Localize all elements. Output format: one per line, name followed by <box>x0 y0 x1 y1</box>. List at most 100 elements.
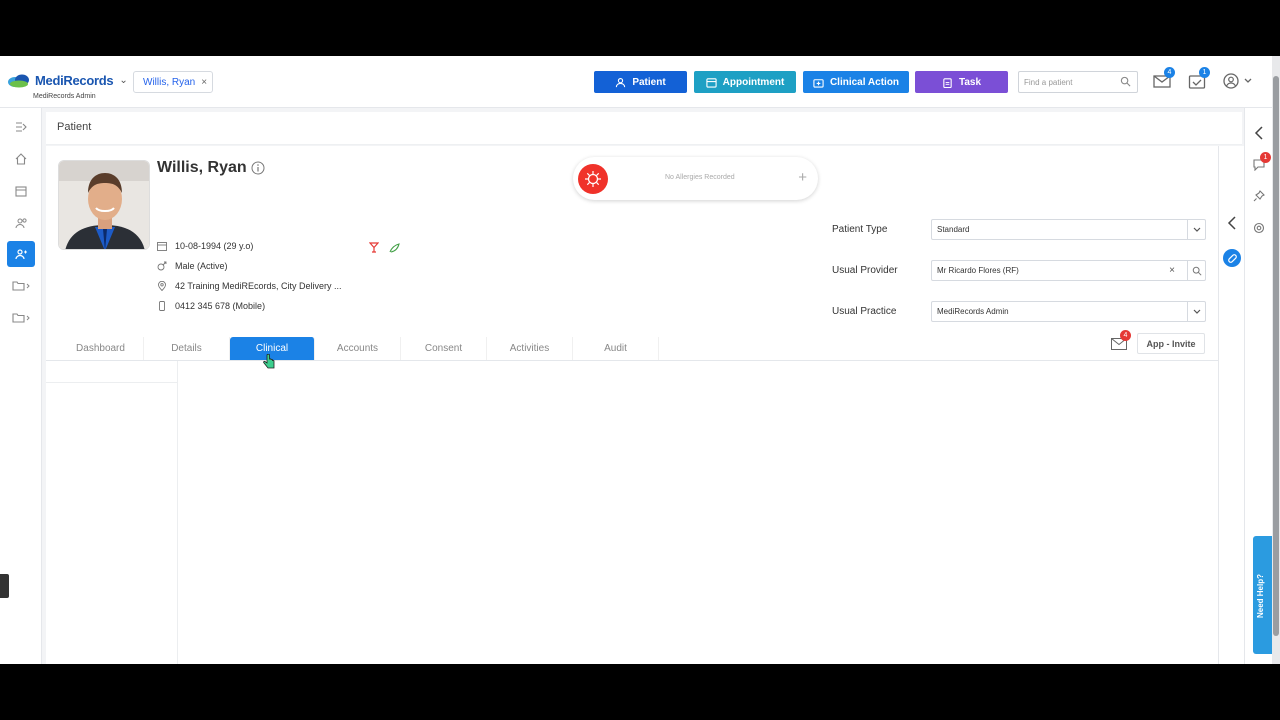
add-allergy-button[interactable]: + <box>798 169 807 186</box>
find-patient-placeholder: Find a patient <box>1024 77 1073 87</box>
app-window: MediRecords ⌄ MediRecords Admin Willis, … <box>0 56 1280 664</box>
account-icon <box>1223 73 1252 89</box>
alcohol-icon[interactable] <box>369 242 379 253</box>
users-icon <box>15 218 27 229</box>
mail-badge: 4 <box>1164 67 1175 78</box>
patient-button[interactable]: Patient <box>594 71 687 93</box>
usual-practice-value: MediRecords Admin <box>937 307 1009 316</box>
clinical-sub-navigation <box>46 361 178 664</box>
notifications-button[interactable]: 1 <box>1253 152 1271 176</box>
usual-provider-select[interactable]: Mr Ricardo Flores (RF) × <box>931 260 1206 281</box>
need-help-button[interactable]: Need Help? <box>1253 536 1272 654</box>
tab-activities[interactable]: Activities <box>487 337 573 360</box>
calendar-icon <box>15 186 27 197</box>
find-patient-input[interactable]: Find a patient <box>1018 71 1138 93</box>
chevron-left-icon[interactable] <box>1254 126 1264 140</box>
message-badge: 4 <box>1120 330 1131 341</box>
patient-type-label: Patient Type <box>832 224 888 235</box>
info-icon[interactable] <box>251 161 265 175</box>
scrollbar-thumb[interactable] <box>1273 76 1279 636</box>
allergies-status: No Allergies Recorded <box>665 174 735 181</box>
patient-icon <box>14 249 27 260</box>
gender-icon <box>157 261 167 271</box>
documents-nav-item[interactable] <box>7 305 35 331</box>
clear-icon[interactable]: × <box>1169 265 1175 276</box>
calendar-icon <box>157 242 167 251</box>
task-button[interactable]: Task <box>915 71 1008 93</box>
chevron-down-icon[interactable] <box>1187 220 1205 239</box>
allergies-panel[interactable]: No Allergies Recorded + <box>573 157 818 200</box>
users-nav-item[interactable] <box>7 210 35 236</box>
page-header: Patient <box>46 112 1242 145</box>
calendar-nav-item[interactable] <box>7 178 35 204</box>
appointment-button-label: Appointment <box>722 76 785 88</box>
cloud-logo-icon <box>8 74 29 87</box>
tab-details[interactable]: Details <box>144 337 230 360</box>
patient-name-text: Willis, Ryan <box>157 159 247 176</box>
patient-nav-item[interactable] <box>7 241 35 267</box>
patient-phone-row: 0412 345 678 (Mobile) <box>157 301 265 311</box>
tab-consent[interactable]: Consent <box>401 337 487 360</box>
task-button-label: Task <box>958 76 982 88</box>
chevron-down-icon[interactable] <box>1187 302 1205 321</box>
brand-logo[interactable]: MediRecords ⌄ <box>7 73 128 88</box>
user-icon <box>616 77 626 87</box>
location-pin-icon <box>158 281 166 291</box>
home-icon <box>15 153 27 165</box>
mobile-phone-icon <box>159 301 165 311</box>
pill-button[interactable] <box>1223 249 1241 267</box>
open-patient-tab[interactable]: Willis, Ryan × <box>133 71 213 93</box>
top-header: MediRecords ⌄ MediRecords Admin Willis, … <box>0 56 1272 108</box>
expand-menu-button[interactable] <box>7 114 35 140</box>
patient-button-label: Patient <box>632 76 666 88</box>
left-edge-handle[interactable] <box>0 574 9 598</box>
folder-open-icon <box>12 313 30 323</box>
patient-card: Willis, Ryan 10-08-1994 (29 y.o) Male (A… <box>46 146 1218 664</box>
patient-avatar-icon <box>59 161 149 249</box>
patient-phone: 0412 345 678 (Mobile) <box>175 301 266 311</box>
search-icon[interactable] <box>1187 261 1205 280</box>
appointment-button[interactable]: Appointment <box>694 71 796 93</box>
clinical-action-button-label: Clinical Action <box>829 76 900 88</box>
mouse-cursor-icon <box>263 354 275 369</box>
tab-accounts[interactable]: Accounts <box>315 337 401 360</box>
chevron-left-icon[interactable] <box>1227 216 1237 230</box>
tasks-button[interactable]: 1 <box>1188 67 1210 94</box>
account-menu[interactable] <box>1223 73 1255 94</box>
tabs-divider <box>46 360 1218 361</box>
menu-expand-icon <box>16 122 27 132</box>
app-invite-button[interactable]: App - Invite <box>1137 333 1205 354</box>
usual-practice-label: Usual Practice <box>832 306 897 317</box>
patient-type-select[interactable]: Standard <box>931 219 1206 240</box>
usual-provider-value: Mr Ricardo Flores (RF) <box>937 266 1019 275</box>
patient-tabs: Dashboard Details Clinical Accounts Cons… <box>58 337 659 360</box>
chevron-down-icon[interactable]: ⌄ <box>119 75 127 86</box>
close-icon[interactable]: × <box>201 77 207 88</box>
smoking-leaf-icon[interactable] <box>389 242 400 253</box>
patient-address-row: 42 Training MediREcords, City Delivery .… <box>157 281 342 291</box>
medical-bag-icon <box>813 78 824 88</box>
tab-dashboard[interactable]: Dashboard <box>58 337 144 360</box>
support-icon[interactable] <box>1253 222 1265 234</box>
message-button[interactable]: 4 <box>1111 330 1131 355</box>
usual-practice-select[interactable]: MediRecords Admin <box>931 301 1206 322</box>
page-title: Patient <box>57 121 92 133</box>
folder-icon <box>12 281 30 291</box>
calendar-icon <box>706 77 717 88</box>
patient-photo[interactable] <box>58 160 150 250</box>
brand-name: MediRecords <box>35 73 114 88</box>
clipboard-icon <box>943 77 952 88</box>
pin-icon[interactable] <box>1253 190 1265 202</box>
tab-audit[interactable]: Audit <box>573 337 659 360</box>
brand-subtitle: MediRecords Admin <box>33 93 96 100</box>
mail-button[interactable]: 4 <box>1153 67 1175 94</box>
search-icon[interactable] <box>1120 76 1131 87</box>
patient-dob-row: 10-08-1994 (29 y.o) <box>157 241 253 251</box>
home-nav-item[interactable] <box>7 146 35 172</box>
allergy-warning-icon <box>578 164 608 194</box>
folder-nav-item[interactable] <box>7 273 35 299</box>
pill-icon <box>1227 253 1237 263</box>
clinical-action-button[interactable]: Clinical Action <box>803 71 909 93</box>
patient-gender-row: Male (Active) <box>157 261 228 271</box>
need-help-label: Need Help? <box>1256 573 1265 618</box>
